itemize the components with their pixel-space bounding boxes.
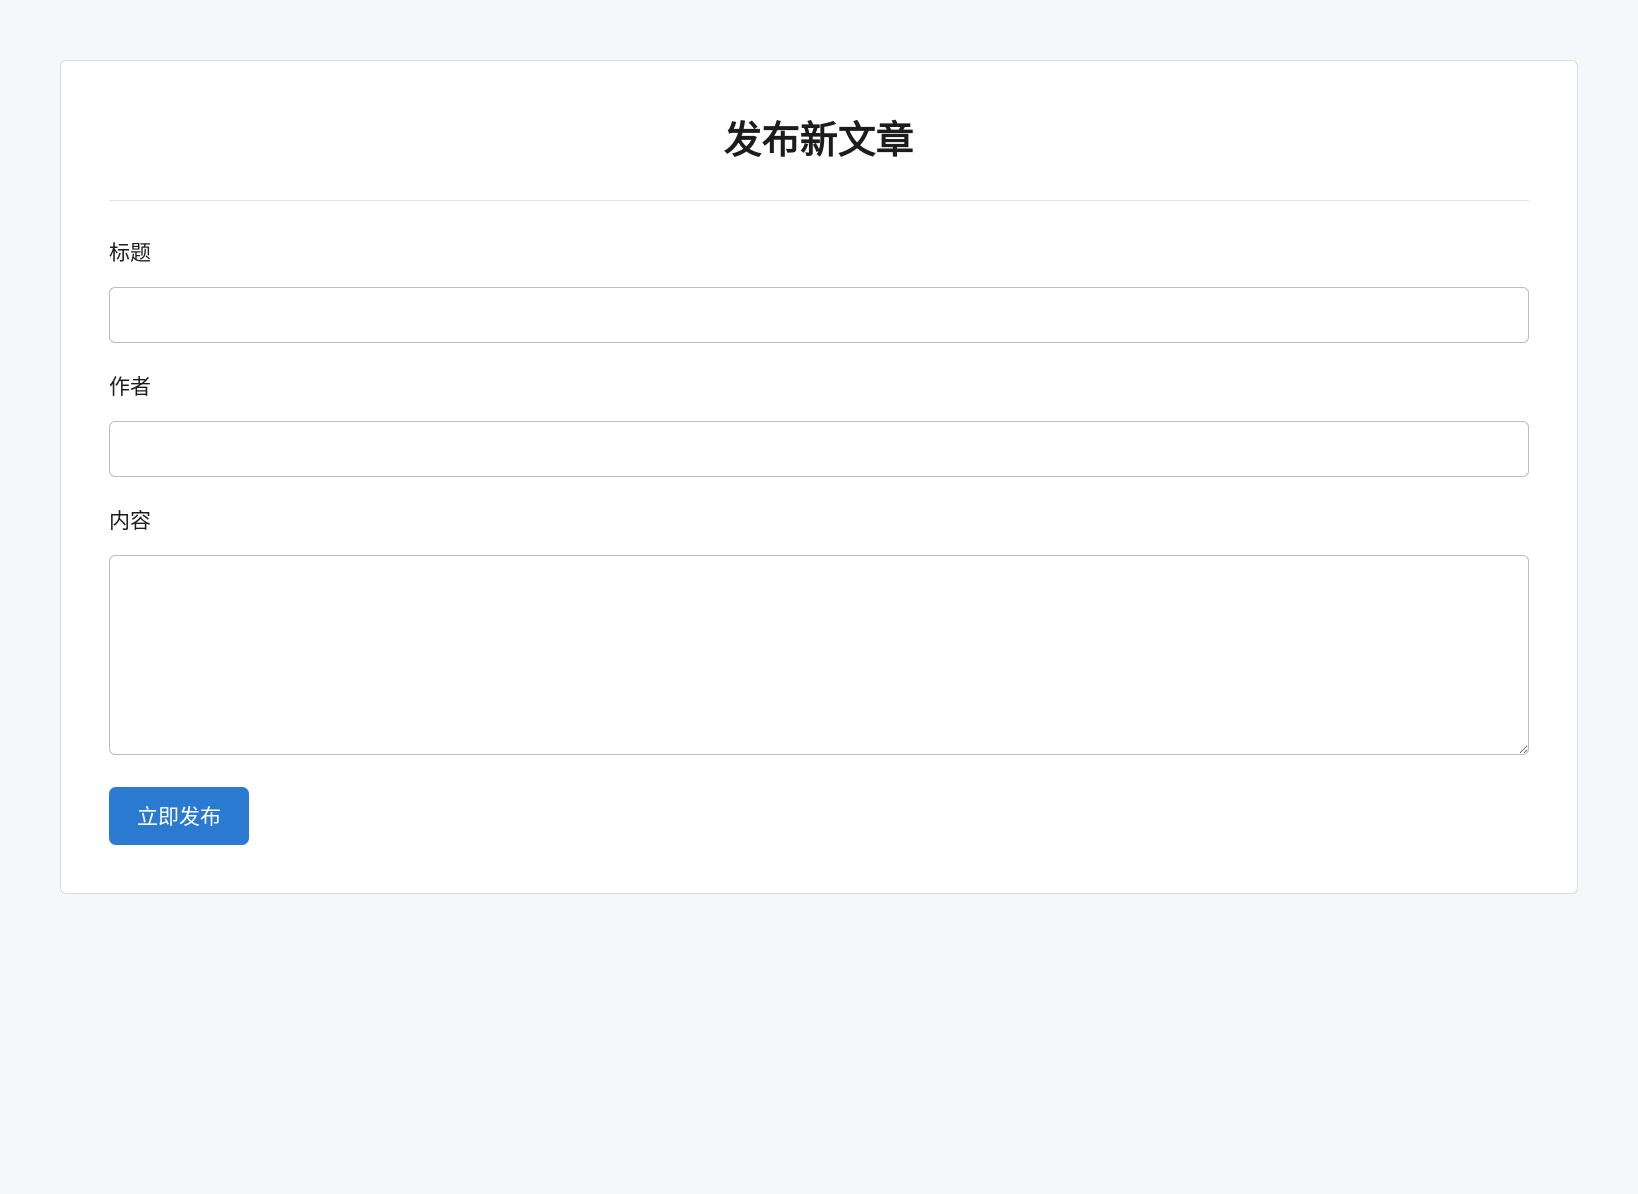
content-textarea[interactable] [109,555,1529,755]
content-label: 内容 [109,505,1529,535]
title-input[interactable] [109,287,1529,343]
title-label: 标题 [109,237,1529,267]
author-form-group: 作者 [109,371,1529,477]
publish-article-card: 发布新文章 标题 作者 内容 立即发布 [60,60,1578,894]
publish-button[interactable]: 立即发布 [109,787,249,845]
author-input[interactable] [109,421,1529,477]
page-title: 发布新文章 [109,109,1529,164]
divider [109,200,1529,201]
author-label: 作者 [109,371,1529,401]
title-form-group: 标题 [109,237,1529,343]
content-form-group: 内容 [109,505,1529,759]
